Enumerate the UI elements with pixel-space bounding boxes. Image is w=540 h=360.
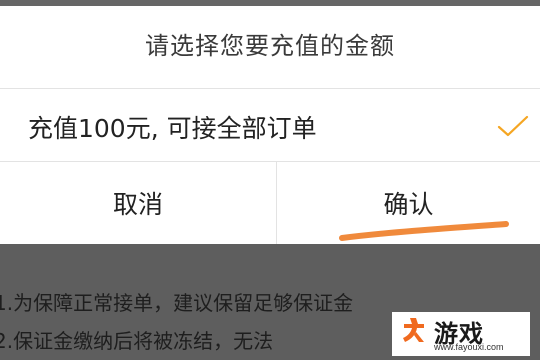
- option-label: 充值100元, 可接全部订单: [28, 114, 317, 143]
- screen: 1.为保障正常接单，建议保留足够保证金 2.保证金缴纳后将被冻结，无法 请选择您…: [0, 0, 540, 360]
- watermark-url: www.fayouxi.com: [434, 342, 504, 352]
- recharge-option-100[interactable]: 充值100元, 可接全部订单: [0, 88, 540, 162]
- confirm-button[interactable]: 确认: [277, 162, 540, 244]
- dialog-title: 请选择您要充值的金额: [145, 32, 395, 60]
- cancel-button[interactable]: 取消: [0, 162, 277, 244]
- watermark: 游戏 www.fayouxi.com: [392, 312, 530, 356]
- checkmark-icon: [497, 115, 529, 137]
- recharge-dialog: 请选择您要充值的金额 充值100元, 可接全部订单 取消 确认: [0, 6, 540, 244]
- fa-logo-icon: [403, 318, 424, 342]
